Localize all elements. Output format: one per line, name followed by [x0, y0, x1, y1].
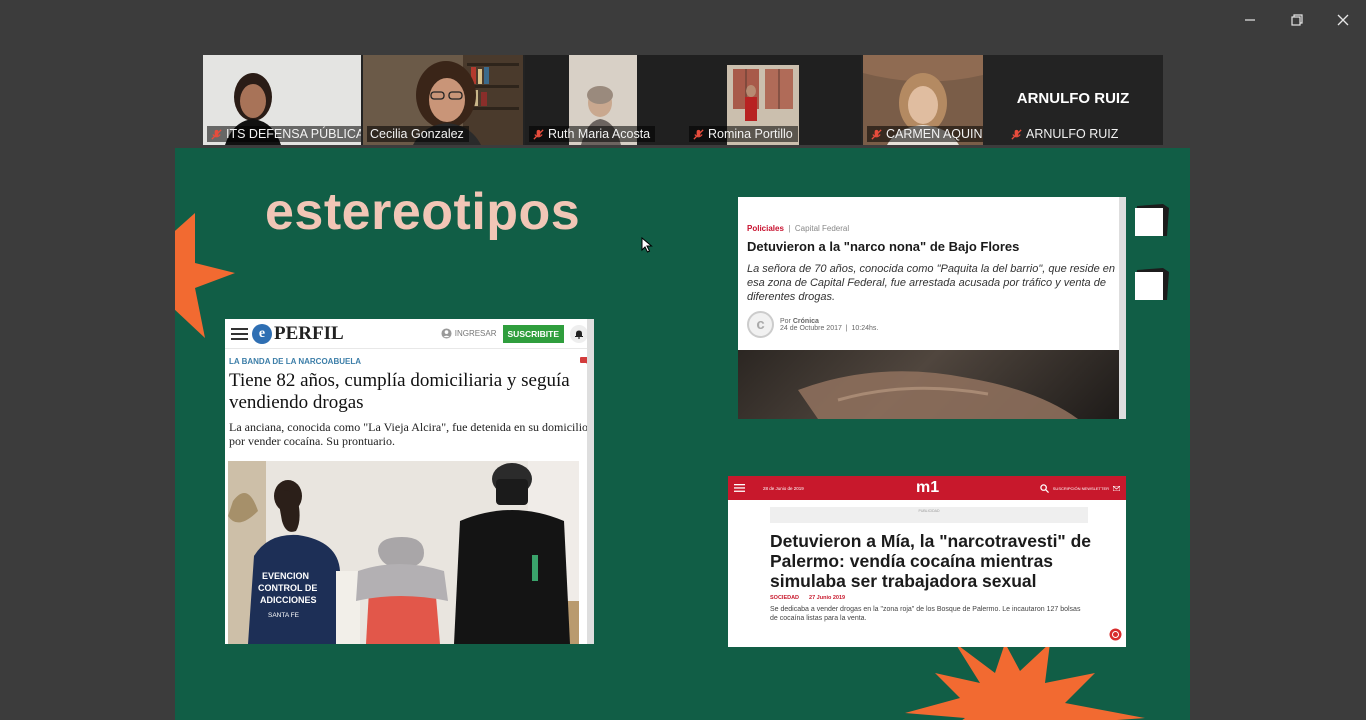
cronica-subhead: La señora de 70 años, conocida como "Paq… — [747, 263, 1115, 303]
cube-decoration — [1135, 268, 1169, 300]
mic-muted-icon — [693, 128, 704, 140]
participant-tile[interactable]: CARMEN AQUINO — [863, 55, 983, 145]
perfil-kicker: LA BANDA DE LA NARCOABUELA — [225, 349, 594, 366]
vest-text: EVENCION — [262, 571, 309, 581]
cronica-kicker: Policiales | Capital Federal — [747, 224, 850, 233]
m1-headline: Detuvieron a Mía, la "narcotravesti" de … — [770, 531, 1092, 591]
mic-muted-icon — [871, 128, 882, 140]
participant-tile-active[interactable]: Cecilia Gonzalez — [363, 55, 523, 145]
menu-icon — [231, 327, 248, 340]
participant-name-label: Cecilia Gonzalez — [367, 126, 469, 142]
search-icon — [1040, 483, 1049, 493]
close-icon — [1337, 14, 1349, 26]
minimize-icon — [1245, 19, 1255, 21]
participant-tile[interactable]: Romina Portillo — [685, 55, 861, 145]
perfil-scrollbar — [587, 319, 594, 644]
cronica-headline: Detuvieron a la "narco nona" de Bajo Flo… — [747, 239, 1020, 254]
participant-name-label: ARNULFO RUIZ — [1007, 126, 1123, 142]
mic-muted-icon — [533, 128, 544, 140]
participant-name-label: ITS DEFENSA PÚBLICA — [207, 126, 361, 142]
m1-article-screenshot: 28 de Junio de 2019 m1 SUSCRIPCIÓN NEWSL… — [728, 476, 1126, 647]
subscribe-button: SUSCRIBITE — [502, 324, 564, 343]
m1-meta: SOCIEDAD 27 Junio 2019 — [770, 595, 846, 601]
restore-button[interactable] — [1284, 8, 1310, 32]
perfil-article-screenshot: e PERFIL INGRESAR SUSCRIBITE LA BANDA DE … — [225, 319, 594, 644]
vest-text: CONTROL DE — [258, 583, 317, 593]
bell-icon — [570, 324, 588, 343]
vest-text: SANTA FE — [268, 612, 300, 619]
m1-date: 28 de Junio de 2019 — [763, 485, 804, 491]
mic-muted-icon — [1011, 128, 1022, 140]
slide-title: estereotipos — [265, 183, 581, 241]
notification-badge-icon — [1109, 628, 1122, 641]
cronica-byline: c Por Crónica 24 de Octubre 2017 | 10:24… — [738, 304, 1126, 338]
participant-tile[interactable]: ITS DEFENSA PÚBLICA — [203, 55, 361, 145]
m1-subhead: Se dedicaba a vender drogas en la "zona … — [770, 606, 1081, 622]
participant-tile[interactable]: Ruth Maria Acosta — [525, 55, 685, 145]
cronica-photo — [738, 350, 1119, 419]
participant-name-label: CARMEN AQUINO — [867, 126, 983, 142]
vest-text: ADICCIONES — [260, 595, 317, 605]
participant-display-name: ARNULFO RUIZ — [1016, 90, 1130, 107]
newsletter-link: SUSCRIPCIÓN NEWSLETTER — [1052, 485, 1109, 491]
ingresar-link: INGRESAR — [441, 328, 497, 339]
perfil-subhead: La anciana, conocida como "La Vieja Alci… — [229, 420, 589, 448]
perfil-photo: EVENCION CONTROL DE ADICCIONES SANTA FE — [228, 461, 579, 644]
mouse-cursor-icon — [641, 237, 653, 253]
restore-icon — [1291, 14, 1303, 26]
mail-icon — [1113, 485, 1120, 491]
perfil-headline: Tiene 82 años, cumplía domiciliaria y se… — [229, 370, 570, 413]
participant-name-label: Ruth Maria Acosta — [529, 126, 656, 142]
participants-strip: ITS DEFENSA PÚBLICA Cecilia Gonzalez Rut… — [203, 55, 1163, 145]
cube-decoration — [1135, 204, 1169, 236]
perfil-logo: e PERFIL — [252, 323, 344, 345]
cronica-scrollbar — [1119, 197, 1126, 419]
close-button[interactable] — [1330, 8, 1356, 32]
perfil-header: e PERFIL INGRESAR SUSCRIBITE — [225, 319, 594, 349]
cronica-logo-icon: c — [747, 311, 774, 338]
ad-placeholder: PUBLICIDAD — [770, 507, 1088, 523]
shared-slide: estereotipos e PERFIL INGRESAR SUSCRIBITE… — [175, 148, 1190, 720]
starburst-decoration-bottom — [905, 643, 1145, 720]
menu-icon — [734, 484, 745, 492]
user-icon — [441, 328, 452, 339]
cronica-article-screenshot: Policiales | Capital Federal Detuvieron … — [738, 197, 1126, 419]
minimize-button[interactable] — [1237, 8, 1263, 32]
participant-name-label: Romina Portillo — [689, 126, 798, 142]
participant-tile-video-off[interactable]: ARNULFO RUIZ ARNULFO RUIZ — [983, 55, 1163, 145]
mic-muted-icon — [211, 128, 222, 140]
perfil-logo-mark-icon: e — [252, 323, 272, 344]
m1-logo: m1 — [916, 479, 940, 496]
m1-header: 28 de Junio de 2019 m1 SUSCRIPCIÓN NEWSL… — [728, 476, 1126, 500]
